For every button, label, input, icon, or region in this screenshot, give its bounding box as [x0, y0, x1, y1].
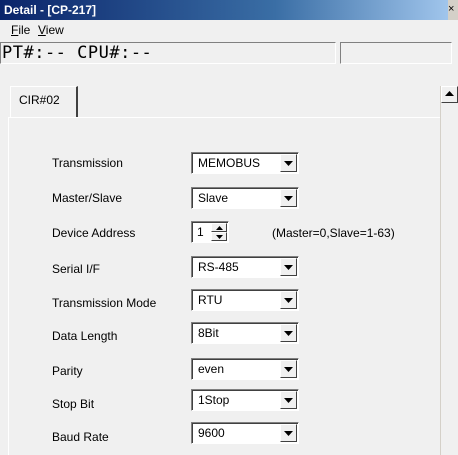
data-length-value: 8Bit	[198, 326, 219, 340]
stop-bit-value: 1Stop	[198, 393, 230, 407]
parity-dropdown-button[interactable]	[280, 360, 297, 378]
master-slave-label: Master/Slave	[52, 191, 123, 205]
device-address-label: Device Address	[52, 226, 136, 240]
menu-view-label: iew	[45, 23, 64, 37]
device-address-spinner[interactable]: 1	[191, 221, 229, 243]
status-pane-secondary	[340, 42, 452, 64]
tab-cir02-label: CIR#02	[19, 93, 60, 107]
status-pane-main: PT#:-- CPU#:--	[0, 42, 336, 64]
vertical-scrollbar[interactable]	[440, 86, 458, 455]
spinner-buttons	[211, 223, 227, 241]
master-slave-select[interactable]: Slave	[191, 187, 299, 209]
serial-if-value: RS-485	[198, 260, 239, 274]
chevron-down-icon	[284, 367, 293, 372]
serial-if-dropdown-button[interactable]	[280, 258, 297, 276]
scroll-up-button[interactable]	[441, 86, 458, 103]
data-length-label: Data Length	[52, 329, 118, 343]
data-length-dropdown-button[interactable]	[280, 324, 297, 342]
chevron-down-icon	[284, 265, 293, 270]
menu-view[interactable]: View	[38, 23, 64, 37]
close-button[interactable]: ×	[448, 0, 458, 20]
scroll-up-icon	[445, 91, 454, 96]
device-address-hint: (Master=0,Slave=1-63)	[272, 226, 395, 240]
transmission-mode-value: RTU	[198, 293, 223, 307]
tab-cir02[interactable]: CIR#02	[10, 86, 78, 118]
spin-up-button[interactable]	[211, 223, 227, 232]
transmission-label: Transmission	[52, 156, 123, 170]
status-text: PT#:-- CPU#:--	[2, 43, 153, 63]
title-bar: Detail - [CP-217] ×	[0, 0, 458, 20]
stop-bit-label: Stop Bit	[52, 397, 95, 411]
transmission-dropdown-button[interactable]	[280, 154, 297, 172]
baud-rate-select[interactable]: 9600	[191, 422, 299, 444]
parity-value: even	[198, 362, 225, 376]
spin-up-icon	[216, 226, 223, 230]
spin-down-icon	[216, 235, 223, 239]
parity-select[interactable]: even	[191, 358, 299, 380]
chevron-down-icon	[284, 161, 293, 166]
menu-file[interactable]: File	[11, 23, 30, 37]
baud-rate-value: 9600	[198, 426, 225, 440]
status-bar: PT#:-- CPU#:--	[0, 40, 458, 66]
window-title: Detail - [CP-217]	[4, 3, 97, 17]
menu-file-label: ile	[18, 23, 31, 37]
chevron-down-icon	[284, 298, 293, 303]
transmission-mode-label: Transmission Mode	[52, 296, 157, 310]
menu-bar: File View	[0, 20, 458, 40]
baud-rate-dropdown-button[interactable]	[280, 424, 297, 442]
transmission-mode-select[interactable]: RTU	[191, 289, 299, 311]
stop-bit-select[interactable]: 1Stop	[191, 389, 299, 411]
menu-view-accel: V	[38, 23, 46, 37]
chevron-down-icon	[284, 331, 293, 336]
transmission-value: MEMOBUS	[198, 156, 261, 170]
spin-down-button[interactable]	[211, 232, 227, 241]
chevron-down-icon	[284, 398, 293, 403]
data-length-select[interactable]: 8Bit	[191, 322, 299, 344]
chevron-down-icon	[284, 431, 293, 436]
parity-label: Parity	[52, 364, 83, 378]
serial-if-label: Serial I/F	[52, 262, 101, 276]
master-slave-dropdown-button[interactable]	[280, 189, 297, 207]
stop-bit-dropdown-button[interactable]	[280, 391, 297, 409]
chevron-down-icon	[284, 196, 293, 201]
device-address-value: 1	[197, 225, 204, 239]
transmission-mode-dropdown-button[interactable]	[280, 291, 297, 309]
master-slave-value: Slave	[198, 191, 229, 205]
serial-if-select[interactable]: RS-485	[191, 256, 299, 278]
transmission-select[interactable]: MEMOBUS	[191, 152, 299, 174]
baud-rate-label: Baud Rate	[52, 430, 109, 444]
